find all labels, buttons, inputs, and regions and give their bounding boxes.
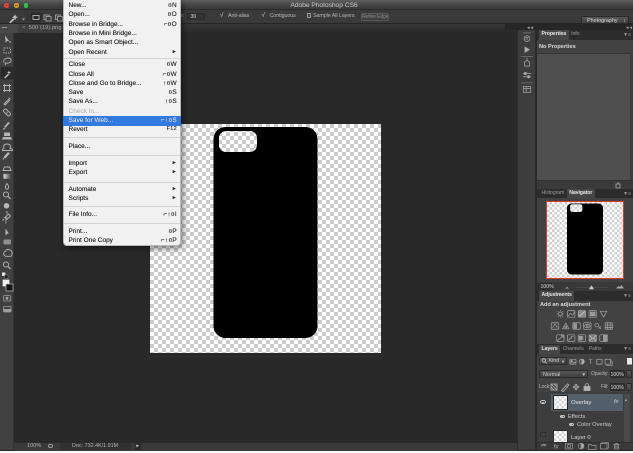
svg-text:fx: fx	[554, 444, 560, 451]
svg-text:T: T	[589, 359, 593, 366]
svg-text:T: T	[4, 217, 9, 226]
